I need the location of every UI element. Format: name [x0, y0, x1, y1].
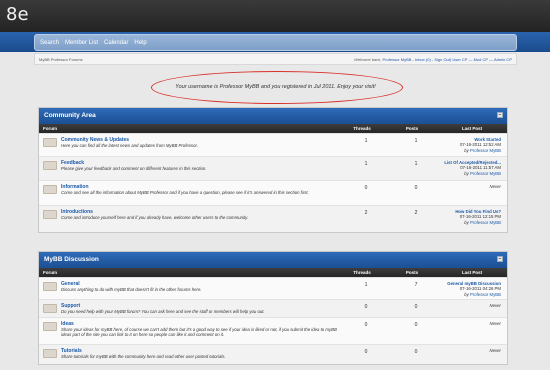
main-nav: Search Member List Calendar Help	[34, 34, 517, 51]
forum-description: Discuss anything to do with myBB that do…	[61, 287, 202, 292]
category-mybb-discussion: MyBB Discussion − Forum Threads Posts La…	[38, 251, 508, 365]
user-bar: MyBB Professor Forums Welcome back, Prof…	[34, 53, 517, 65]
forum-row: Introductions Come and introduce yourself…	[39, 205, 507, 232]
forum-description: Come and introduce yourself here and if …	[61, 215, 249, 220]
forum-status-icon	[43, 282, 57, 291]
last-post-info: List Of Accepted/Rejected... 07-16-2011 1…	[441, 157, 507, 178]
collapse-icon[interactable]: −	[497, 112, 503, 118]
col-last-post: Last Post	[461, 126, 483, 131]
last-post-info: Work Started 07-16-2011 12:52 AM by Profes…	[441, 134, 507, 155]
post-count: 0	[414, 349, 418, 355]
post-count: 0	[414, 304, 418, 310]
nav-help[interactable]: Help	[134, 40, 146, 46]
col-threads: Threads	[353, 126, 371, 131]
column-headers: Forum Threads Posts Last Post	[39, 268, 507, 277]
post-count: 0	[414, 322, 418, 328]
last-post-date: Never	[489, 184, 501, 189]
category-title[interactable]: Community Area	[44, 112, 96, 119]
last-post-user[interactable]: Professor MyBB	[470, 220, 501, 225]
thread-count: 2	[364, 210, 368, 216]
breadcrumb[interactable]: MyBB Professor Forums	[39, 57, 83, 62]
col-posts: Posts	[405, 270, 419, 275]
forum-status-icon	[43, 210, 57, 219]
post-count: 7	[414, 282, 418, 288]
forum-row: Community News & Updates Here you can fin…	[39, 133, 507, 156]
forum-description: Share your ideas for myBB here, of cours…	[61, 327, 337, 338]
header-bar: 8e	[0, 0, 550, 32]
thread-count: 0	[364, 349, 368, 355]
post-count: 0	[414, 185, 418, 191]
username-link[interactable]: Professor MyBB	[383, 57, 412, 62]
last-post-info: Never	[441, 318, 507, 328]
thread-count: 1	[364, 161, 368, 167]
thread-count: 0	[364, 304, 368, 310]
welcome-prefix: Welcome back,	[354, 56, 383, 62]
thread-count: 1	[364, 282, 368, 288]
thread-count: 0	[364, 322, 368, 328]
post-count: 2	[414, 210, 418, 216]
site-logo[interactable]: 8e	[6, 4, 29, 25]
col-threads: Threads	[353, 270, 371, 275]
forum-status-icon	[43, 322, 57, 331]
category-community-area: Community Area − Forum Threads Posts Las…	[38, 107, 508, 233]
column-headers: Forum Threads Posts Last Post	[39, 124, 507, 133]
last-post-date: Never	[489, 348, 501, 353]
forum-row: General Discuss anything to do with myBB …	[39, 277, 507, 299]
nav-member-list[interactable]: Member List	[65, 40, 98, 46]
last-post-info: Never	[441, 181, 507, 191]
forum-description: Please give your feedback and comment on…	[61, 166, 207, 171]
forum-status-icon	[43, 304, 57, 313]
post-count: 1	[414, 161, 418, 167]
forum-status-icon	[43, 185, 57, 194]
last-post-info: Never	[441, 300, 507, 310]
col-forum: Forum	[43, 126, 57, 131]
forum-row: Tutorials Share tutorials for myBB with t…	[39, 344, 507, 364]
forum-status-icon	[43, 349, 57, 358]
last-post-info: How Did You Find Us? 07-16-2011 12:15 PM b…	[441, 206, 507, 227]
col-posts: Posts	[405, 126, 419, 131]
nav-search[interactable]: Search	[40, 40, 59, 46]
post-count: 1	[414, 138, 418, 144]
last-post-date: Never	[489, 303, 501, 308]
last-post-user[interactable]: Professor MyBB	[470, 171, 501, 176]
forum-description: Share tutorials for myBB with the commun…	[61, 354, 226, 359]
last-post-info: Never	[441, 345, 507, 355]
category-header: Community Area −	[39, 108, 507, 124]
forum-status-icon	[43, 138, 57, 147]
forum-row: Feedback Please give your feedback and co…	[39, 156, 507, 180]
forum-row: Ideas Share your ideas for myBB here, of …	[39, 317, 507, 344]
forum-row: Information Come and see all the informat…	[39, 180, 507, 205]
category-title[interactable]: MyBB Discussion	[44, 256, 99, 263]
thread-count: 0	[364, 185, 368, 191]
col-last-post: Last Post	[461, 270, 483, 275]
user-links: Welcome back, Professor MyBB - Inbox (0)…	[354, 57, 512, 62]
collapse-icon[interactable]: −	[497, 256, 503, 262]
col-forum: Forum	[43, 270, 57, 275]
nav-calendar[interactable]: Calendar	[104, 40, 128, 46]
thread-count: 1	[364, 138, 368, 144]
user-panel-links[interactable]: - Inbox (0) - Sign Out) User CP — Mod CP…	[411, 57, 512, 62]
last-post-info: General myBB Discussion 07-16-2011 04:26 …	[441, 278, 507, 299]
highlight-oval	[151, 71, 403, 104]
category-header: MyBB Discussion −	[39, 252, 507, 268]
forum-description: Do you need help with your MyBB forum? Y…	[61, 309, 265, 314]
forum-status-icon	[43, 161, 57, 170]
last-post-user[interactable]: Professor MyBB	[470, 148, 501, 153]
last-post-date: Never	[489, 321, 501, 326]
forum-description: Come and see all the information about M…	[61, 190, 309, 195]
forum-row: Support Do you need help with your MyBB f…	[39, 299, 507, 317]
last-post-user[interactable]: Professor MyBB	[470, 292, 501, 297]
forum-description: Here you can find all the latest news an…	[61, 143, 198, 148]
